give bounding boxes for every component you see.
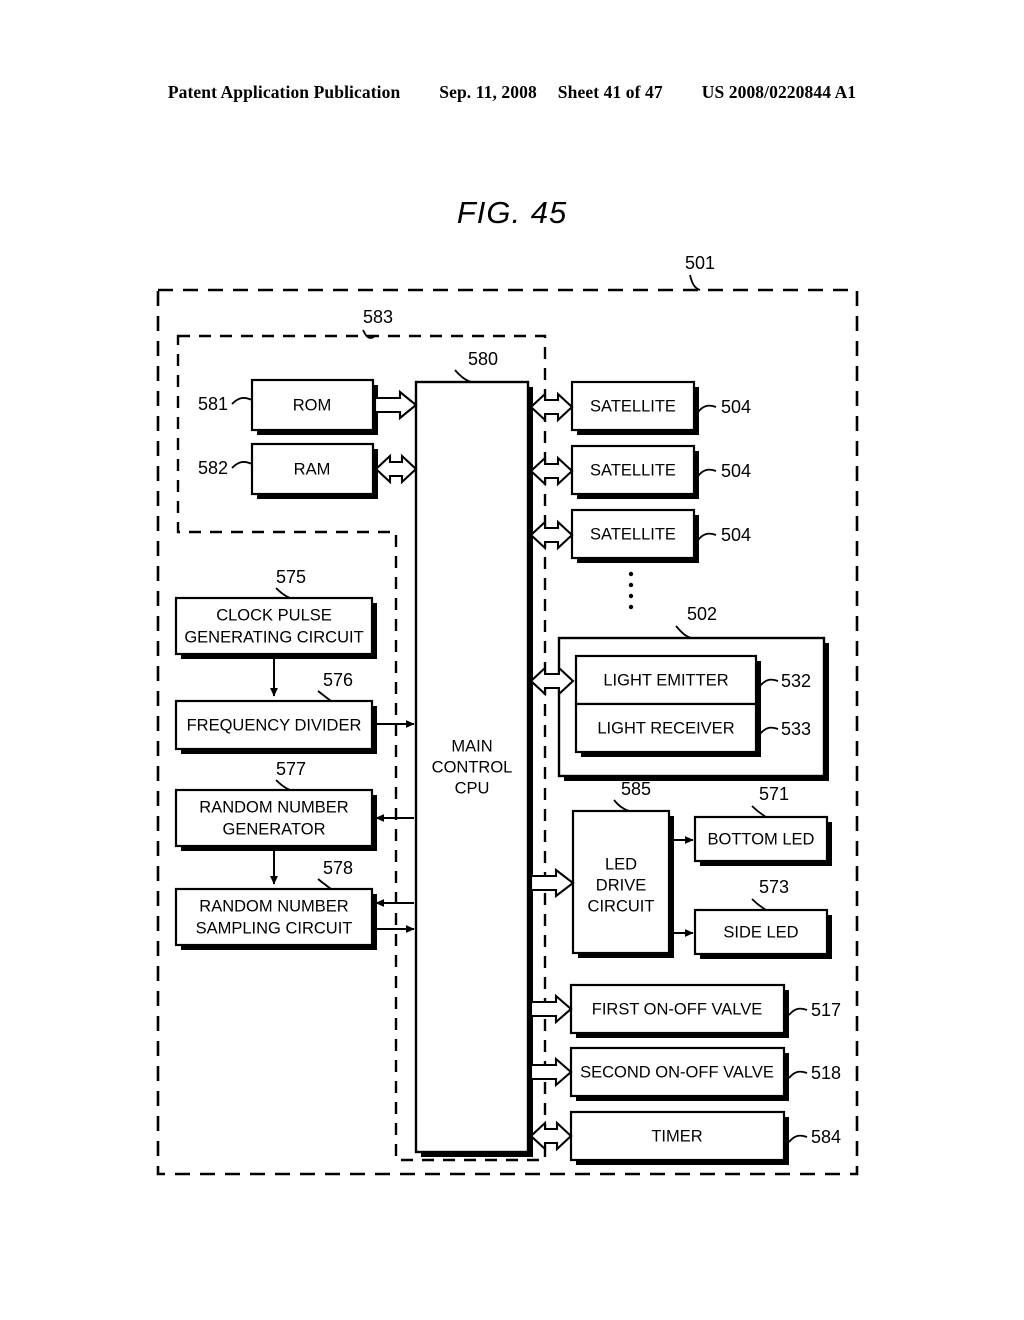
arrow-rom-to-cpu [373, 389, 418, 421]
leader-576 [317, 690, 332, 702]
label-rom: ROM [293, 396, 332, 414]
ref-580: 580 [468, 349, 498, 369]
ref-578: 578 [323, 858, 353, 878]
label-first-valve: FIRST ON-OFF VALVE [592, 1000, 763, 1018]
leader-578 [317, 878, 332, 890]
label-led-drive-line3: CIRCUIT [588, 897, 655, 915]
ref-573: 573 [759, 877, 789, 897]
label-cpu-line3: CPU [455, 779, 490, 797]
leader-501 [689, 274, 701, 291]
label-rng-line1: RANDOM NUMBER [199, 798, 349, 816]
label-side-led: SIDE LED [723, 923, 798, 941]
leader-584 [788, 1134, 808, 1143]
label-led-drive-line2: DRIVE [596, 876, 646, 894]
label-led-drive-line1: LED [605, 855, 637, 873]
label-bottom-led: BOTTOM LED [708, 830, 815, 848]
satellite-continuation-dots [628, 571, 634, 610]
label-satellite-3: SATELLITE [590, 525, 676, 543]
leader-504-1 [697, 404, 717, 413]
label-clock-pulse-line2: GENERATING CIRCUIT [184, 628, 363, 646]
label-clock-pulse-line1: CLOCK PULSE [216, 606, 332, 624]
ref-533: 533 [781, 719, 811, 739]
label-second-valve: SECOND ON-OFF VALVE [580, 1063, 774, 1081]
ref-504-3: 504 [721, 525, 751, 545]
ref-585: 585 [621, 779, 651, 799]
label-frequency-divider: FREQUENCY DIVIDER [187, 716, 362, 734]
arrow-ram-cpu-bidir [374, 453, 418, 485]
ref-571: 571 [759, 784, 789, 804]
label-satellite-2: SATELLITE [590, 461, 676, 479]
label-light-emitter: LIGHT EMITTER [603, 671, 728, 689]
leader-575 [275, 587, 291, 599]
ref-502: 502 [687, 604, 717, 624]
leader-518 [788, 1070, 808, 1079]
leader-582 [231, 461, 253, 469]
arrow-cpu-satellite-2 [529, 455, 574, 487]
ref-501: 501 [685, 253, 715, 273]
ref-504-2: 504 [721, 461, 751, 481]
block-diagram: 583 501 MAIN CONTROL CPU 580 ROM 581 RAM… [0, 0, 1024, 1320]
label-timer: TIMER [651, 1127, 702, 1145]
ref-576: 576 [323, 670, 353, 690]
leader-573 [751, 898, 767, 911]
leader-571 [751, 805, 767, 818]
arrow-cpu-to-first-valve [529, 993, 573, 1025]
leader-580 [454, 369, 473, 383]
ref-584: 584 [811, 1127, 841, 1147]
leader-581 [231, 397, 253, 405]
leader-504-2 [697, 468, 717, 477]
label-cpu-line2: CONTROL [432, 758, 513, 776]
label-rn-sampling-line1: RANDOM NUMBER [199, 897, 349, 915]
leader-585 [613, 799, 630, 812]
ref-532: 532 [781, 671, 811, 691]
arrow-cpu-satellite-1 [529, 391, 574, 423]
label-light-receiver: LIGHT RECEIVER [597, 719, 734, 737]
label-cpu-line1: MAIN [451, 737, 492, 755]
label-ram: RAM [294, 460, 331, 478]
arrow-cpu-to-led-drive [529, 867, 575, 899]
leader-504-3 [697, 532, 717, 541]
label-satellite-1: SATELLITE [590, 397, 676, 415]
label-rn-sampling-line2: SAMPLING CIRCUIT [196, 919, 353, 937]
ref-582: 582 [198, 458, 228, 478]
ref-504-1: 504 [721, 397, 751, 417]
leader-502 [675, 625, 693, 639]
arrow-cpu-to-second-valve [529, 1056, 573, 1088]
arrow-cpu-satellite-3 [529, 519, 574, 551]
arrow-cpu-timer-bidir [529, 1120, 573, 1152]
ref-575: 575 [276, 567, 306, 587]
ref-517: 517 [811, 1000, 841, 1020]
leader-517 [788, 1007, 808, 1016]
ref-581: 581 [198, 394, 228, 414]
ref-583: 583 [363, 307, 393, 327]
ref-518: 518 [811, 1063, 841, 1083]
leader-577 [275, 779, 291, 791]
leader-583 [362, 329, 375, 339]
ref-577: 577 [276, 759, 306, 779]
label-rng-line2: GENERATOR [223, 820, 326, 838]
